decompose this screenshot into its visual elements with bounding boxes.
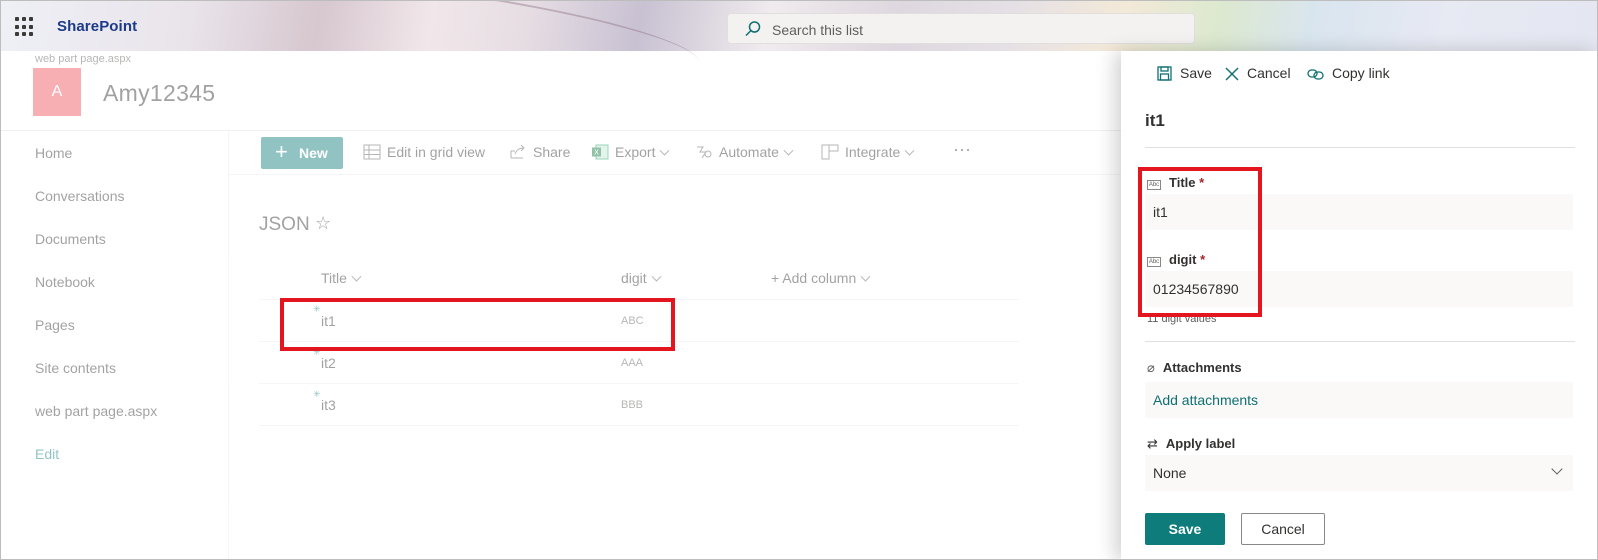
excel-icon: X	[592, 144, 609, 160]
panel-cancel-label: Cancel	[1247, 65, 1291, 81]
chevron-down-icon	[783, 145, 794, 156]
more-options-button[interactable]: ···	[953, 139, 971, 160]
new-item-icon: ✳	[313, 389, 321, 399]
cancel-button[interactable]: Cancel	[1241, 513, 1325, 545]
row-3-title[interactable]: it3	[321, 397, 336, 413]
row-divider	[259, 425, 1019, 426]
edit-grid-view-button[interactable]: Edit in grid view	[363, 144, 485, 160]
chevron-down-icon	[651, 271, 662, 282]
app-launcher-icon[interactable]	[15, 17, 35, 37]
apply-label-dropdown[interactable]: None	[1145, 455, 1573, 491]
list-title: JSON	[259, 214, 310, 235]
nav-item-notebook[interactable]: Notebook	[35, 274, 95, 290]
nav-item-web-part-page[interactable]: web part page.aspx	[35, 403, 157, 419]
row-divider	[259, 383, 1019, 384]
nav-item-documents[interactable]: Documents	[35, 231, 106, 247]
integrate-button[interactable]: Integrate	[821, 144, 915, 160]
attachments-box: Add attachments	[1145, 382, 1573, 418]
chevron-down-icon	[660, 145, 670, 156]
row-3-digit: BBB	[621, 399, 644, 411]
search-box[interactable]: Search this list	[727, 13, 1195, 44]
swap-arrows-icon: ⇄	[1147, 436, 1158, 451]
screen: SharePoint Search this list web part pag…	[0, 0, 1598, 560]
paperclip-icon: ⌀	[1147, 360, 1155, 375]
command-bar: + New Edit in grid view Share X Export Au…	[229, 131, 1121, 175]
panel-cancel-button[interactable]: Cancel	[1225, 65, 1291, 81]
share-button[interactable]: Share	[509, 144, 570, 160]
automate-icon	[697, 146, 712, 159]
sharepoint-brand-link[interactable]: SharePoint	[57, 18, 137, 35]
grid-icon	[363, 144, 381, 160]
column-header-digit[interactable]: digit	[621, 270, 662, 286]
site-logo[interactable]: A	[33, 68, 81, 116]
share-label: Share	[533, 144, 571, 160]
highlight-box-fields	[1138, 167, 1262, 317]
nav-item-site-contents[interactable]: Site contents	[35, 360, 116, 376]
automate-label: Automate	[719, 144, 779, 160]
row-2-digit: AAA	[621, 357, 644, 369]
chevron-down-icon	[1551, 463, 1563, 475]
integrate-icon	[821, 144, 839, 160]
search-placeholder: Search this list	[772, 22, 864, 38]
left-navigation: Home Conversations Documents Notebook Pa…	[1, 131, 229, 559]
save-button[interactable]: Save	[1145, 513, 1225, 545]
edit-grid-view-label: Edit in grid view	[387, 144, 486, 160]
new-button[interactable]: + New	[261, 137, 343, 169]
attachments-label: ⌀ Attachments	[1147, 360, 1242, 375]
panel-divider	[1145, 147, 1575, 148]
add-attachments-link[interactable]: Add attachments	[1153, 392, 1258, 408]
link-icon	[1307, 69, 1324, 80]
nav-item-pages[interactable]: Pages	[35, 317, 75, 333]
apply-label-value: None	[1153, 465, 1187, 481]
new-button-label: New	[299, 145, 328, 161]
breadcrumb[interactable]: web part page.aspx	[35, 53, 131, 65]
suite-bar: SharePoint Search this list	[1, 1, 1597, 97]
copy-link-label: Copy link	[1332, 65, 1390, 81]
panel-divider	[1145, 341, 1575, 342]
export-button[interactable]: X Export	[591, 144, 670, 160]
chevron-down-icon	[904, 145, 915, 156]
panel-item-title: it1	[1145, 111, 1165, 130]
plus-icon: +	[275, 139, 288, 164]
chevron-down-icon	[860, 271, 871, 282]
nav-item-home[interactable]: Home	[35, 145, 72, 161]
add-column-button[interactable]: + Add column	[771, 270, 871, 286]
close-icon	[1225, 67, 1239, 81]
apply-label-label: ⇄ Apply label	[1147, 436, 1236, 451]
svg-text:X: X	[594, 149, 599, 157]
nav-edit-link[interactable]: Edit	[35, 446, 59, 462]
export-label: Export	[615, 144, 656, 160]
favorite-star-icon[interactable]: ☆	[315, 213, 331, 234]
copy-link-button[interactable]: Copy link	[1307, 65, 1390, 81]
nav-item-conversations[interactable]: Conversations	[35, 188, 125, 204]
highlight-box-row	[280, 298, 675, 351]
site-title[interactable]: Amy12345	[103, 80, 215, 107]
panel-save-button[interactable]: Save	[1157, 65, 1212, 81]
row-2-title[interactable]: it2	[321, 355, 336, 371]
panel-save-label: Save	[1180, 65, 1212, 81]
automate-button[interactable]: Automate	[695, 144, 794, 160]
chevron-down-icon	[351, 271, 362, 282]
column-header-title[interactable]: Title	[321, 270, 362, 286]
share-icon	[510, 144, 525, 159]
save-icon	[1157, 66, 1172, 81]
search-icon	[745, 21, 761, 37]
integrate-label: Integrate	[845, 144, 901, 160]
